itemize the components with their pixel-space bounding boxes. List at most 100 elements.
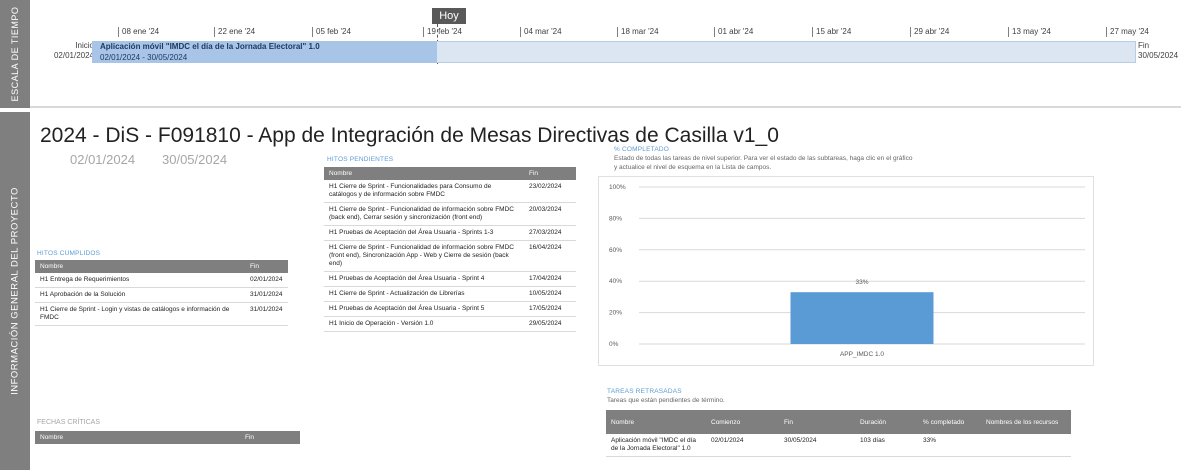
timeline-task-title: Aplicación móvil "IMDC el día de la Jorn… <box>100 42 320 51</box>
table-cell: H1 Cierre de Sprint - Funcionalidad de i… <box>324 240 524 272</box>
table-cell: H1 Pruebas de Aceptación del Área Usuari… <box>324 271 524 287</box>
table-row[interactable]: Aplicación móvil "IMDC el día de la Jorn… <box>606 434 1071 457</box>
timeline-tick: 15 abr '24 <box>812 27 851 37</box>
table-row[interactable]: H1 Pruebas de Aceptación del Área Usuari… <box>324 225 576 241</box>
chart-data-label: 33% <box>855 279 868 286</box>
timeline-finish: Fin 30/05/2024 <box>1138 41 1178 61</box>
project-start-date: 02/01/2024 <box>70 152 136 167</box>
timeline-side-panel: ESCALA DE TIEMPO <box>0 0 30 108</box>
chart-y-tick-label: 20% <box>609 310 622 317</box>
completado-description: Estado de todas las tareas de nivel supe… <box>614 155 913 171</box>
today-marker: Hoy <box>432 8 466 24</box>
project-finish-date: 30/05/2024 <box>162 152 228 167</box>
timeline-start-date: 02/01/2024 <box>53 51 94 60</box>
table-cell: H1 Pruebas de Aceptación del Área Usuari… <box>324 301 524 317</box>
timeline-tick: 19 feb '24 <box>423 27 462 37</box>
table-row[interactable]: H1 Pruebas de Aceptación del Área Usuari… <box>324 271 576 287</box>
fechas-criticas-table[interactable]: Nombre Fin <box>35 431 300 444</box>
tareas-retrasadas-description: Tareas que están pendientes de término. <box>607 397 725 404</box>
timeline-tick: 08 ene '24 <box>118 27 159 37</box>
hitos-pendientes-heading: HITOS PENDIENTES <box>327 156 394 163</box>
chart-y-tick-label: 100% <box>609 184 626 191</box>
timeline-tick: 13 may '24 <box>1008 27 1051 37</box>
table-cell: 33% <box>918 434 981 457</box>
tareas-retrasadas-table[interactable]: Nombre Comienzo Fin Duración % completad… <box>606 410 1071 457</box>
page-title: 2024 - DiS - F091810 - App de Integració… <box>40 124 779 147</box>
timeline-tick: 05 feb '24 <box>312 27 351 37</box>
column-header[interactable]: Nombre <box>606 410 706 434</box>
column-header[interactable]: Nombres de los recursos <box>981 410 1071 434</box>
table-cell: H1 Cierre de Sprint - Actualización de L… <box>324 286 524 302</box>
chart-y-tick-label: 80% <box>609 215 622 222</box>
chart-bar[interactable] <box>790 292 934 344</box>
table-row[interactable]: H1 Cierre de Sprint - Actualización de L… <box>324 286 576 302</box>
chart-y-tick-label: 60% <box>609 247 622 254</box>
project-info-side-label: INFORMACIÓN GENERAL DEL PROYECTO <box>9 187 21 395</box>
timeline-tick: 29 abr '24 <box>910 27 949 37</box>
table-row[interactable]: H1 Cierre de Sprint - Login y vistas de … <box>35 302 288 326</box>
column-header[interactable]: Fin <box>779 410 855 434</box>
table-cell <box>981 434 1071 457</box>
timeline-tick: 18 mar '24 <box>617 27 659 37</box>
table-row[interactable]: H1 Cierre de Sprint - Funcionalidades pa… <box>324 180 576 203</box>
chart-x-tick-label: APP_IMDC 1.0 <box>840 351 884 358</box>
table-cell: Aplicación móvil "IMDC el día de la Jorn… <box>606 434 706 457</box>
table-cell: H1 Cierre de Sprint - Funcionalidades pa… <box>324 180 524 203</box>
table-cell: H1 Aprobación de la Solución <box>35 287 245 303</box>
tareas-retrasadas-heading: TAREAS RETRASADAS <box>607 388 682 395</box>
table-row[interactable]: H1 Cierre de Sprint - Funcionalidad de i… <box>324 202 576 226</box>
table-cell: 20/03/2024 <box>524 202 576 226</box>
completado-heading: % COMPLETADO <box>614 146 670 153</box>
column-header[interactable]: Fin <box>524 167 576 180</box>
column-header[interactable]: Nombre <box>35 260 245 273</box>
chart-y-tick-label: 0% <box>609 341 619 348</box>
hitos-cumplidos-heading: HITOS CUMPLIDOS <box>37 250 101 257</box>
table-cell: 16/04/2024 <box>524 240 576 272</box>
table-cell: 02/01/2024 <box>245 273 288 288</box>
timeline-finish-date: 30/05/2024 <box>1138 51 1179 60</box>
timeline-start-word: Inicio <box>75 41 94 50</box>
fechas-criticas-heading: FECHAS CRÍTICAS <box>37 419 101 426</box>
timeline-tick: 27 may '24 <box>1106 27 1149 37</box>
column-header[interactable]: Fin <box>245 260 288 273</box>
timeline-start: Inicio 02/01/2024 <box>44 41 94 61</box>
table-cell: 30/05/2024 <box>779 434 855 457</box>
table-cell: 02/01/2024 <box>706 434 779 457</box>
column-header[interactable]: Duración <box>855 410 918 434</box>
column-header[interactable]: % completado <box>918 410 981 434</box>
chart-y-tick-label: 40% <box>609 278 622 285</box>
column-header[interactable]: Nombre <box>35 431 240 444</box>
table-cell: 23/02/2024 <box>524 180 576 203</box>
percent-complete-chart[interactable]: 0% 20% 40% 60% 80% 100% 33% APP_IMDC 1.0 <box>598 176 1094 366</box>
timeline-side-label: ESCALA DE TIEMPO <box>10 6 20 102</box>
table-cell: H1 Inicio de Operación - Versión 1.0 <box>324 316 524 332</box>
table-row[interactable]: H1 Inicio de Operación - Versión 1.0 29/… <box>324 316 576 332</box>
hitos-pendientes-table[interactable]: Nombre Fin H1 Cierre de Sprint - Funcion… <box>324 167 576 332</box>
table-cell: 103 días <box>855 434 918 457</box>
timeline-tick: 01 abr '24 <box>714 27 753 37</box>
column-header[interactable]: Fin <box>240 431 300 444</box>
hitos-cumplidos-table[interactable]: Nombre Fin H1 Entrega de Requerimientos … <box>35 260 288 326</box>
table-cell: H1 Pruebas de Aceptación del Área Usuari… <box>324 225 524 241</box>
table-cell: 17/04/2024 <box>524 271 576 287</box>
table-cell: 31/01/2024 <box>245 302 288 326</box>
chart-svg: 0% 20% 40% 60% 80% 100% 33% APP_IMDC 1.0 <box>609 184 1085 358</box>
table-row[interactable]: H1 Aprobación de la Solución 31/01/2024 <box>35 287 288 303</box>
table-cell: H1 Entrega de Requerimientos <box>35 273 245 288</box>
timeline-tick: 22 ene '24 <box>214 27 255 37</box>
table-cell: H1 Cierre de Sprint - Login y vistas de … <box>35 302 245 326</box>
table-cell: 29/05/2024 <box>524 316 576 332</box>
table-cell: 17/05/2024 <box>524 301 576 317</box>
table-cell: 31/01/2024 <box>245 287 288 303</box>
table-row[interactable]: H1 Entrega de Requerimientos 02/01/2024 <box>35 273 288 288</box>
table-row[interactable]: H1 Pruebas de Aceptación del Área Usuari… <box>324 301 576 317</box>
timeline-task-dates: 02/01/2024 - 30/05/2024 <box>100 53 188 62</box>
column-header[interactable]: Nombre <box>324 167 524 180</box>
timeline-finish-word: Fin <box>1138 41 1150 50</box>
project-info-side-panel: INFORMACIÓN GENERAL DEL PROYECTO <box>0 112 30 470</box>
table-cell: H1 Cierre de Sprint - Funcionalidad de i… <box>324 202 524 226</box>
table-row[interactable]: H1 Cierre de Sprint - Funcionalidad de i… <box>324 240 576 272</box>
column-header[interactable]: Comienzo <box>706 410 779 434</box>
timeline-tick: 04 mar '24 <box>520 27 562 37</box>
table-cell: 10/05/2024 <box>524 286 576 302</box>
